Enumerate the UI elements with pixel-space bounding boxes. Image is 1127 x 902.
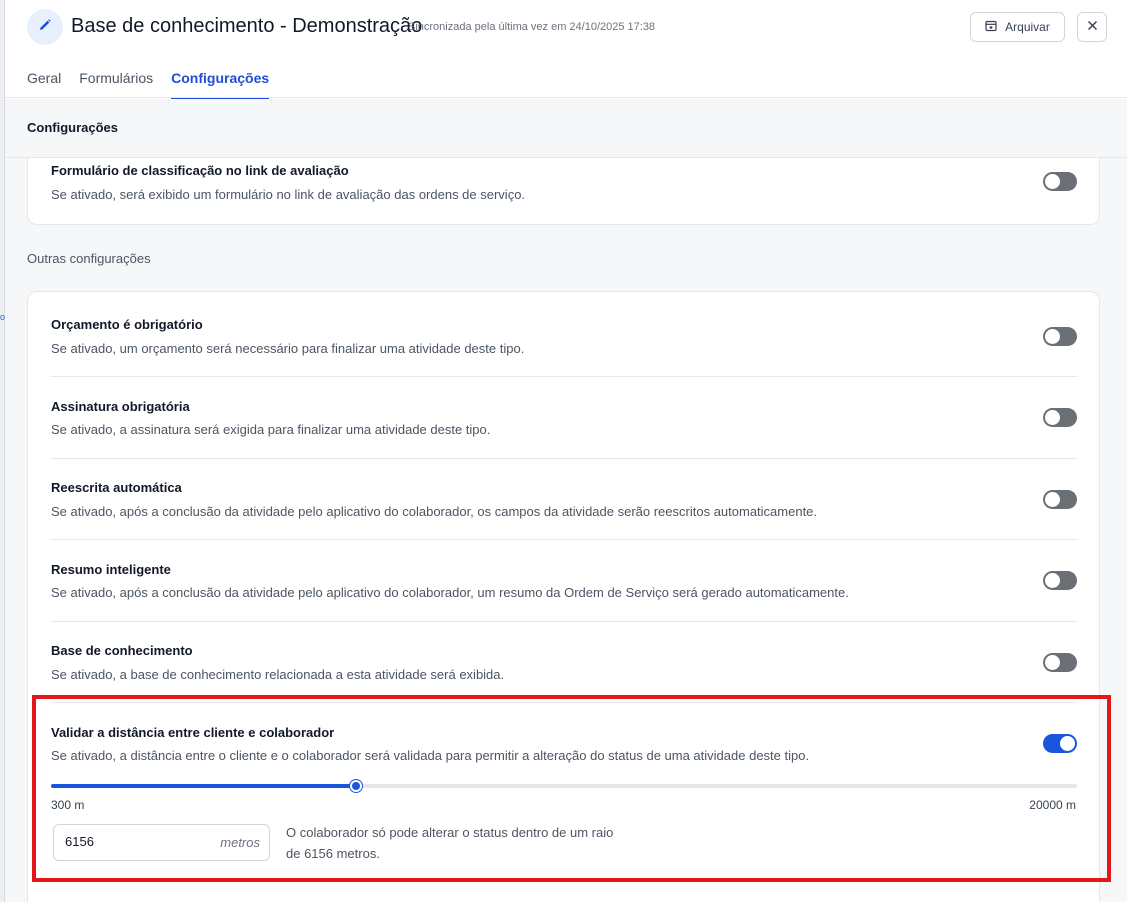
distance-hint: O colaborador só pode alterar o status d…	[286, 825, 614, 861]
tab-formularios[interactable]: Formulários	[79, 66, 153, 100]
slider-max-label: 20000 m	[1029, 798, 1076, 812]
toggle-base-conhecimento[interactable]	[1043, 653, 1077, 672]
setting-title: Validar a distância entre cliente e cola…	[51, 725, 335, 740]
setting-title: Reescrita automática	[51, 480, 182, 495]
distance-value-field[interactable]	[65, 834, 205, 849]
close-icon	[1087, 18, 1098, 36]
tab-configuracoes[interactable]: Configurações	[171, 66, 270, 100]
toggle-validar-distancia[interactable]	[1043, 734, 1077, 753]
archive-icon	[985, 20, 997, 35]
close-button[interactable]	[1077, 12, 1107, 42]
setting-description: Se ativado, a base de conhecimento relac…	[51, 667, 505, 682]
section-title: Configurações	[27, 120, 119, 135]
settings-panel: Base de conhecimento - Demonstração Sinc…	[5, 0, 1127, 902]
panel-header: Base de conhecimento - Demonstração Sinc…	[5, 0, 1127, 100]
tab-bar: Geral Formulários Configurações	[27, 66, 287, 100]
edit-button[interactable]	[27, 9, 63, 45]
setting-title: Orçamento é obrigatório	[51, 317, 203, 332]
toggle-assinatura-obrigatoria[interactable]	[1043, 408, 1077, 427]
archive-button-label: Arquivar	[1005, 20, 1050, 34]
setting-title: Resumo inteligente	[51, 562, 171, 577]
divider	[51, 376, 1077, 377]
setting-title: Base de conhecimento	[51, 643, 193, 658]
pencil-icon	[38, 18, 52, 37]
distance-unit: metros	[220, 835, 260, 850]
divider	[51, 702, 1077, 703]
toggle-formulario-classificacao[interactable]	[1043, 172, 1077, 191]
page-title: Base de conhecimento - Demonstração	[71, 15, 423, 37]
settings-content[interactable]: Formulário de classificação no link de a…	[5, 99, 1127, 902]
distance-input[interactable]: metros	[53, 824, 270, 861]
slider-thumb[interactable]	[350, 780, 362, 792]
tab-geral[interactable]: Geral	[27, 66, 61, 100]
divider	[51, 539, 1077, 540]
slider-min-label: 300 m	[51, 798, 85, 812]
distance-slider[interactable]	[51, 780, 1077, 792]
other-settings-card: Orçamento é obrigatório Se ativado, um o…	[27, 291, 1100, 902]
toggle-resumo-inteligente[interactable]	[1043, 571, 1077, 590]
setting-title: Formulário de classificação no link de a…	[51, 163, 349, 178]
section-header: Configurações	[5, 99, 1127, 158]
other-settings-heading: Outras configurações	[27, 251, 151, 266]
archive-button[interactable]: Arquivar	[970, 12, 1065, 42]
setting-description: Se ativado, após a conclusão da atividad…	[51, 504, 818, 519]
toggle-reescrita-automatica[interactable]	[1043, 490, 1077, 509]
setting-description: Se ativado, será exibido um formulário n…	[51, 187, 526, 202]
setting-description: Se ativado, a assinatura será exigida pa…	[51, 422, 491, 437]
divider	[51, 621, 1077, 622]
setting-description: Se ativado, a distância entre o cliente …	[51, 748, 810, 763]
setting-title: Assinatura obrigatória	[51, 399, 190, 414]
setting-description: Se ativado, um orçamento será necessário…	[51, 341, 525, 356]
divider	[51, 458, 1077, 459]
sync-status: Sincronizada pela última vez em 24/10/20…	[408, 21, 656, 33]
toggle-orcamento-obrigatorio[interactable]	[1043, 327, 1077, 346]
setting-description: Se ativado, após a conclusão da atividad…	[51, 585, 849, 600]
slider-fill	[51, 784, 356, 788]
